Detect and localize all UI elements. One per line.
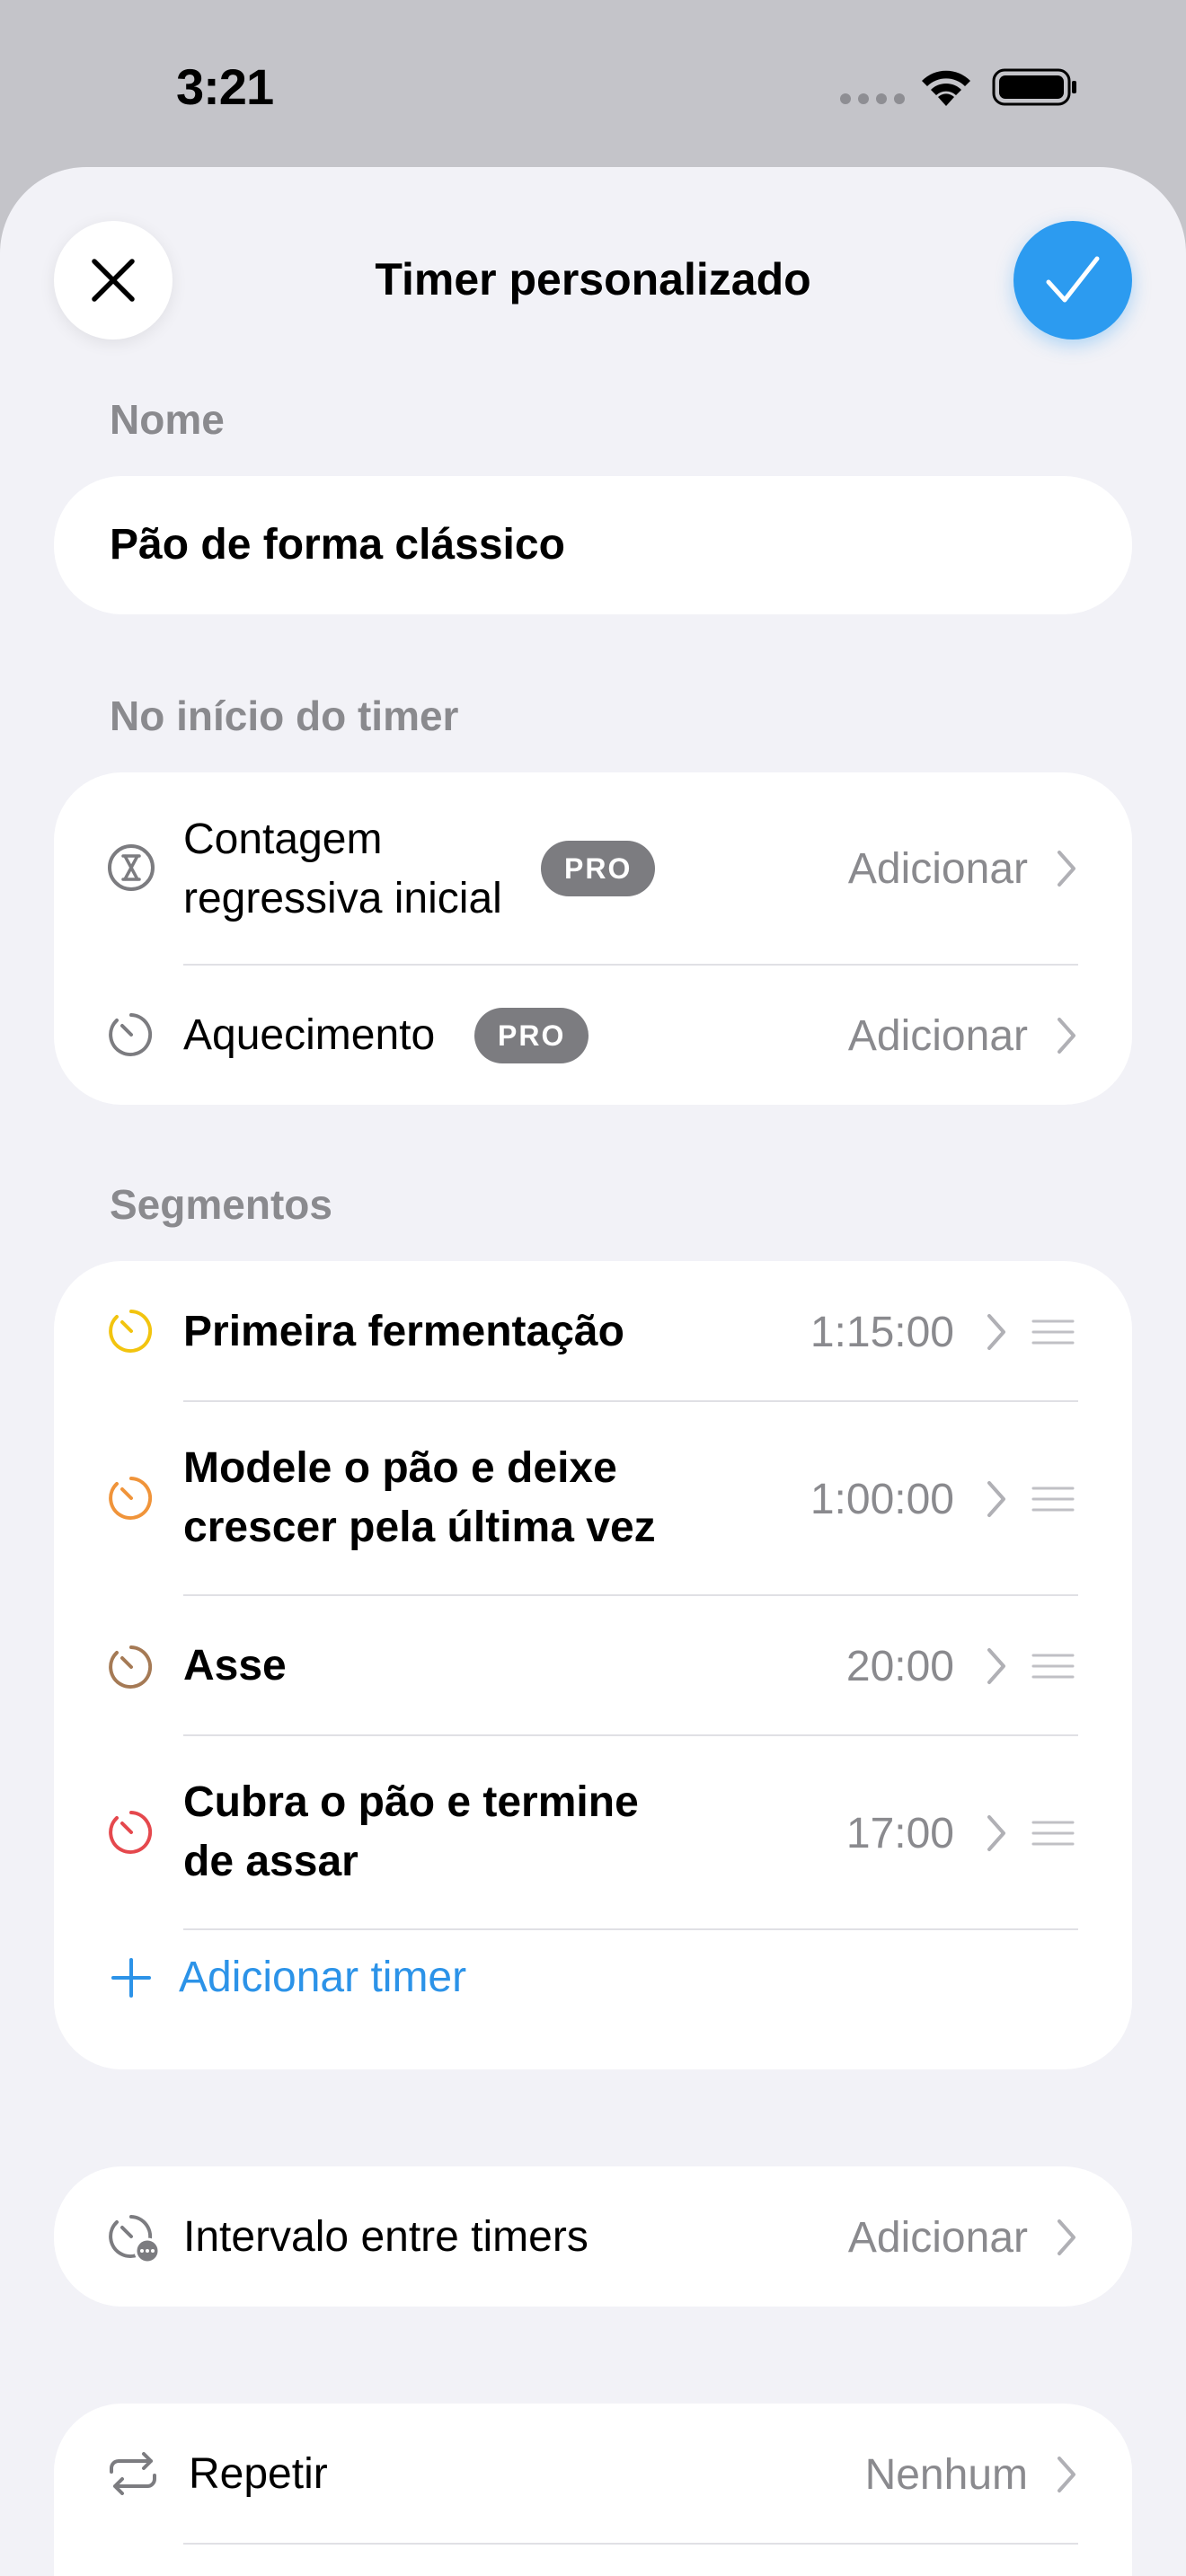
status-time: 3:21 (176, 58, 274, 115)
name-field[interactable]: Pão de forma clássico (54, 476, 1132, 614)
stopwatch-icon (109, 1310, 153, 1353)
segment-row[interactable]: Cubra o pão e termine de assar 17:00 (54, 1735, 1132, 1929)
stopwatch-icon (109, 1645, 153, 1689)
segment-label: Primeira fermentação (183, 1308, 624, 1355)
divider (183, 2543, 1078, 2545)
drag-handle-icon[interactable] (1031, 1820, 1075, 1847)
warmup-label: Aquecimento (183, 1011, 436, 1059)
chevron-right-icon (1058, 2219, 1075, 2255)
add-timer-label: Adicionar timer (179, 1954, 467, 2001)
pro-badge: PRO (541, 841, 656, 896)
hourglass-icon (108, 844, 155, 891)
segment-duration: 1:15:00 (810, 1309, 954, 1356)
chevron-right-icon (1058, 1018, 1075, 1054)
stopwatch-icon (109, 1477, 153, 1520)
stopwatch-icon (109, 1811, 153, 1854)
wifi-icon (922, 70, 970, 106)
repeat-value: Nenhum (864, 2451, 1028, 2499)
chevron-right-icon (987, 1481, 1005, 1517)
drag-handle-icon[interactable] (1031, 1653, 1075, 1680)
repeat-icon (110, 2452, 156, 2495)
segment-row[interactable]: Asse 20:00 (54, 1595, 1132, 1735)
interval-icon (109, 2215, 161, 2264)
plus-icon (111, 1958, 151, 1998)
cellular-signal-icon (840, 93, 905, 104)
segment-label: Asse (183, 1642, 287, 1689)
page-title: Timer personalizado (375, 254, 811, 304)
drag-handle-icon[interactable] (1031, 1486, 1075, 1513)
stopwatch-icon (109, 1013, 153, 1056)
start-section-label: No início do timer (110, 693, 459, 739)
initial-countdown-value: Adicionar (847, 845, 1028, 893)
name-section-label: Nome (110, 396, 225, 443)
add-timer-button[interactable]: Adicionar timer (54, 1929, 593, 2028)
segment-label: Cubra o pão e termine de assar (183, 1778, 639, 1885)
confirm-button[interactable] (1013, 221, 1132, 340)
chevron-right-icon (987, 1314, 1005, 1350)
pro-badge: PRO (474, 1008, 589, 1063)
segments-section-label: Segmentos (110, 1181, 332, 1228)
name-field-value: Pão de forma clássico (110, 521, 565, 569)
segment-row[interactable]: Primeira fermentação 1:15:00 (54, 1261, 1132, 1401)
battery-icon (992, 68, 1076, 106)
chevron-right-icon (1058, 851, 1075, 887)
segment-duration: 20:00 (845, 1643, 954, 1690)
chevron-right-icon (1058, 2457, 1075, 2492)
checkmark-icon (1046, 256, 1100, 303)
repeat-label: Repetir (189, 2450, 328, 2498)
segment-row[interactable]: Modele o pão e deixe crescer pela última… (54, 1401, 1132, 1595)
segment-label: Modele o pão e deixe crescer pela última… (183, 1444, 656, 1551)
warmup-row[interactable]: Aquecimento PRO Adicionar (54, 965, 1132, 1105)
interval-value: Adicionar (847, 2214, 1028, 2262)
repeat-row[interactable]: Repetir Nenhum (54, 2404, 1132, 2544)
start-section-card: Contagem regressiva inicial PRO Adiciona… (54, 772, 1132, 1105)
segment-duration: 17:00 (845, 1810, 954, 1857)
interval-label: Intervalo entre timers (183, 2213, 589, 2261)
status-bar: 3:21 (0, 0, 1186, 167)
warmup-value: Adicionar (847, 1012, 1028, 1060)
repeat-card: Repetir Nenhum (54, 2404, 1132, 2576)
drag-handle-icon[interactable] (1031, 1319, 1075, 1345)
initial-countdown-label: Contagem regressiva inicial (183, 816, 502, 922)
chevron-right-icon (987, 1648, 1005, 1684)
segment-duration: 1:00:00 (810, 1476, 954, 1523)
initial-countdown-row[interactable]: Contagem regressiva inicial PRO Adiciona… (54, 772, 1132, 965)
interval-row[interactable]: Intervalo entre timers Adicionar (54, 2166, 1132, 2307)
chevron-right-icon (987, 1815, 1005, 1851)
